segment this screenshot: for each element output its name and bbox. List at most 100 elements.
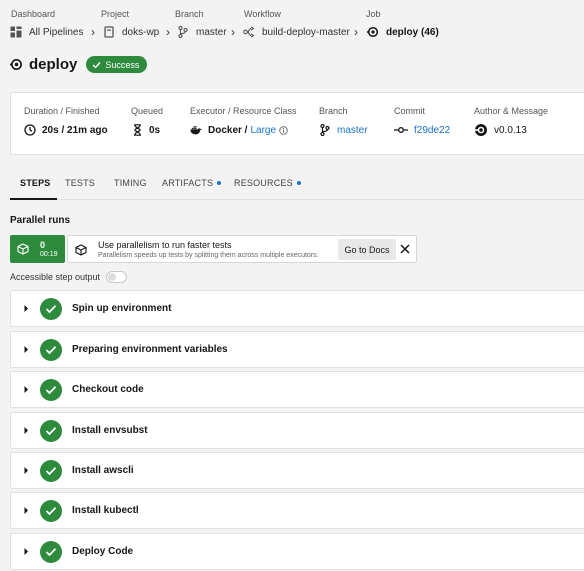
- toggle-knob: [108, 273, 117, 281]
- caret-right-icon[interactable]: [24, 466, 29, 475]
- promo-subtext: Parallelism speeds up tests by splitting…: [98, 252, 319, 259]
- tab-steps[interactable]: STEPS: [20, 178, 51, 188]
- caret-right-icon[interactable]: [24, 345, 29, 354]
- success-check-icon: [40, 500, 62, 522]
- breadcrumb-workflow[interactable]: build-deploy-master: [243, 26, 350, 38]
- step-row[interactable]: Preparing environment variables: [10, 331, 584, 368]
- breadcrumb-separator: ›: [231, 25, 235, 39]
- crumb-label-branch: Branch: [175, 9, 204, 19]
- cube-icon: [75, 244, 87, 256]
- step-row[interactable]: Deploy Code: [10, 533, 584, 570]
- crumb-label-project: Project: [101, 9, 130, 19]
- tab-resources-label: RESOURCES: [234, 178, 293, 188]
- step-name: Preparing environment variables: [72, 344, 228, 355]
- cube-icon: [17, 243, 29, 255]
- breadcrumb: All Pipelines › doks-wp › master › build…: [10, 26, 584, 40]
- summary-duration: Duration / Finished 20s / 21m ago: [24, 106, 108, 136]
- tab-steps-label: STEPS: [20, 178, 51, 188]
- crumb-label-dashboard: Dashboard: [11, 9, 56, 19]
- branch-link[interactable]: master: [337, 125, 368, 136]
- active-tab-indicator: [10, 198, 57, 200]
- summary-queued-label: Queued: [131, 106, 164, 116]
- breadcrumb-job[interactable]: deploy (46): [367, 26, 439, 38]
- breadcrumb-separator: ›: [166, 25, 170, 39]
- commit-link[interactable]: f29de22: [414, 125, 450, 136]
- step-name: Install kubectl: [72, 505, 139, 516]
- summary-commit: Commit f29de22: [394, 106, 450, 136]
- step-row[interactable]: Install kubectl: [10, 492, 584, 529]
- summary-executor: Executor / Resource Class Docker / Large: [190, 106, 297, 136]
- caret-right-icon[interactable]: [24, 385, 29, 394]
- summary-queued-value: 0s: [149, 124, 161, 136]
- breadcrumb-workflow-label: build-deploy-master: [262, 26, 350, 38]
- step-name: Install envsubst: [72, 425, 148, 436]
- step-name: Deploy Code: [72, 546, 134, 557]
- close-icon[interactable]: [398, 242, 412, 256]
- workflow-icon: [243, 26, 255, 38]
- step-row[interactable]: Install awscli: [10, 452, 584, 489]
- tab-tests[interactable]: TESTS: [65, 178, 95, 188]
- commit-message: v0.0.13: [494, 124, 527, 136]
- hourglass-icon: [131, 124, 143, 136]
- breadcrumb-all-pipelines-label: All Pipelines: [29, 26, 84, 38]
- branch-icon: [319, 124, 331, 136]
- breadcrumb-project-label: doks-wp: [122, 26, 160, 38]
- step-row[interactable]: Spin up environment: [10, 290, 584, 327]
- summary-duration-label: Duration / Finished: [24, 106, 100, 116]
- job-tabs: STEPS TESTS TIMING ARTIFACTS RESOURCES: [10, 176, 584, 200]
- accessible-output-toggle[interactable]: [106, 271, 128, 283]
- summary-author-label: Author & Message: [474, 106, 549, 116]
- tab-tests-label: TESTS: [65, 178, 96, 188]
- info-icon[interactable]: [279, 125, 288, 135]
- clock-icon: [24, 124, 36, 136]
- pipelines-icon: [10, 26, 22, 38]
- breadcrumb-branch[interactable]: master: [177, 26, 227, 38]
- parallel-run-index: 0: [40, 240, 46, 250]
- summary-executor-value: Docker /: [208, 124, 248, 136]
- breadcrumb-all-pipelines[interactable]: All Pipelines: [10, 26, 83, 38]
- summary-duration-value: 20s / 21m ago: [42, 124, 108, 136]
- caret-right-icon[interactable]: [24, 547, 29, 556]
- step-name: Checkout code: [72, 384, 144, 395]
- crumb-label-job: Job: [366, 9, 381, 19]
- success-check-icon: [40, 420, 62, 442]
- accessible-step-output-label: Accessible step output: [10, 272, 101, 282]
- parallel-run-time: 00:19: [40, 251, 58, 258]
- tab-artifacts-label: ARTIFACTS: [162, 178, 214, 188]
- caret-right-icon[interactable]: [24, 304, 29, 313]
- tab-resources[interactable]: RESOURCES: [234, 178, 301, 188]
- breadcrumb-project[interactable]: doks-wp: [103, 26, 159, 38]
- step-row[interactable]: Checkout code: [10, 371, 584, 408]
- parallel-run-0[interactable]: 0 00:19: [10, 235, 65, 263]
- summary-author: Author & Message v0.0.13: [474, 106, 548, 136]
- parallel-runs-title: Parallel runs: [10, 215, 71, 226]
- crumb-label-workflow: Workflow: [244, 9, 281, 19]
- step-name: Spin up environment: [72, 303, 172, 314]
- new-indicator-dot: [217, 181, 222, 185]
- branch-icon: [177, 26, 189, 38]
- status-badge-label: Success: [105, 59, 140, 70]
- step-row[interactable]: Install envsubst: [10, 412, 584, 449]
- breadcrumb-labels: Dashboard Project Branch Workflow Job: [11, 9, 584, 21]
- summary-commit-label: Commit: [394, 106, 425, 116]
- tab-artifacts[interactable]: ARTIFACTS: [162, 178, 222, 188]
- caret-right-icon[interactable]: [24, 506, 29, 515]
- summary-queued: Queued 0s: [131, 106, 163, 136]
- job-summary-card: Duration / Finished 20s / 21m ago Queued…: [10, 92, 584, 155]
- success-check-icon: [40, 339, 62, 361]
- check-icon: [92, 61, 101, 69]
- status-badge: Success: [86, 56, 148, 73]
- success-check-icon: [40, 460, 62, 482]
- go-to-docs-button[interactable]: Go to Docs: [338, 239, 396, 260]
- tab-timing-label: TIMING: [114, 178, 147, 188]
- success-check-icon: [40, 298, 62, 320]
- summary-branch-label: Branch: [319, 106, 348, 116]
- resource-class-link[interactable]: Large: [250, 125, 276, 136]
- caret-right-icon[interactable]: [24, 426, 29, 435]
- avatar: [474, 124, 488, 136]
- tab-timing[interactable]: TIMING: [114, 178, 147, 188]
- success-check-icon: [40, 541, 62, 563]
- project-icon: [103, 26, 115, 38]
- breadcrumb-separator: ›: [354, 25, 358, 39]
- new-indicator-dot: [296, 181, 301, 185]
